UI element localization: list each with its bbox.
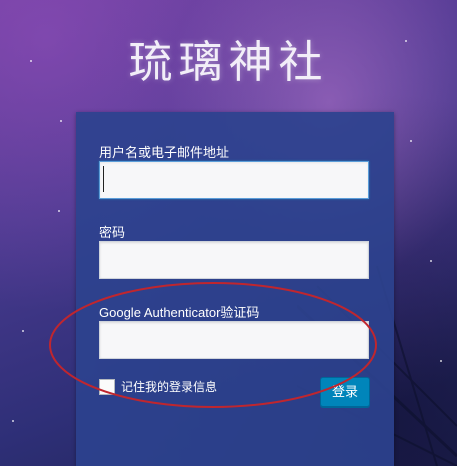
login-button[interactable]: 登录 xyxy=(320,377,370,407)
password-label: 密码 xyxy=(99,225,126,240)
text-caret xyxy=(103,166,104,192)
password-input[interactable] xyxy=(99,241,369,279)
remember-me[interactable]: 记住我的登录信息 xyxy=(99,378,217,395)
otp-input[interactable] xyxy=(99,321,369,359)
login-form: 用户名或电子邮件地址 密码 Google Authenticator验证码 记住… xyxy=(76,112,394,466)
remember-label: 记住我的登录信息 xyxy=(121,380,218,394)
remember-checkbox[interactable] xyxy=(99,378,115,395)
username-input[interactable] xyxy=(99,161,369,199)
site-logo[interactable]: 琉璃神社 xyxy=(0,26,457,90)
otp-label: Google Authenticator验证码 xyxy=(99,305,260,320)
username-label: 用户名或电子邮件地址 xyxy=(99,145,230,160)
